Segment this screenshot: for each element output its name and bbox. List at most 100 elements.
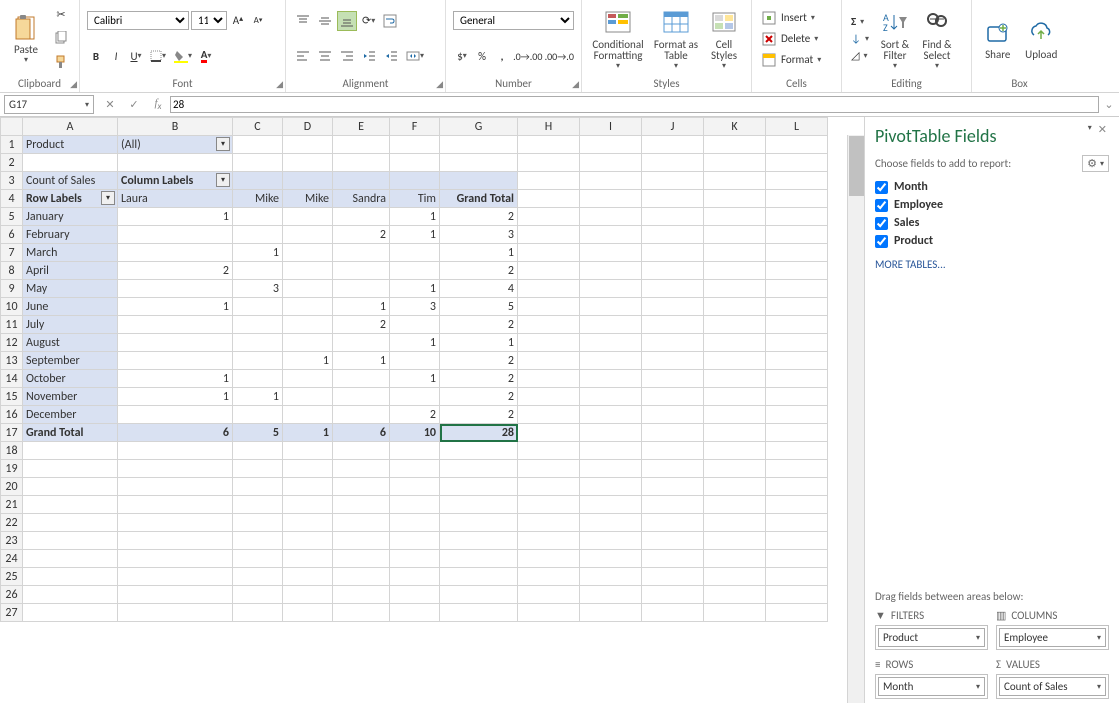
cell-K19[interactable]: [704, 460, 766, 478]
cell-J14[interactable]: [642, 370, 704, 388]
cell-I8[interactable]: [580, 262, 642, 280]
cell-J4[interactable]: [642, 190, 704, 208]
cell-E23[interactable]: [333, 532, 390, 550]
cell-C12[interactable]: [233, 334, 283, 352]
cell-G16[interactable]: 2: [440, 406, 518, 424]
cancel-formula-button[interactable]: ✕: [98, 98, 122, 111]
autosum-button[interactable]: Σ▾: [849, 14, 871, 29]
cell-C26[interactable]: [233, 586, 283, 604]
cell-B18[interactable]: [118, 442, 233, 460]
cell-K16[interactable]: [704, 406, 766, 424]
cell-I22[interactable]: [580, 514, 642, 532]
cell-D5[interactable]: [283, 208, 333, 226]
number-format-select[interactable]: General: [453, 11, 574, 30]
field-month[interactable]: Month: [875, 178, 1109, 196]
cell-I18[interactable]: [580, 442, 642, 460]
cell-L15[interactable]: [766, 388, 828, 406]
cell-B23[interactable]: [118, 532, 233, 550]
cell-F1[interactable]: [390, 136, 440, 154]
cell-J26[interactable]: [642, 586, 704, 604]
cell-E26[interactable]: [333, 586, 390, 604]
cell-D16[interactable]: [283, 406, 333, 424]
row-labels-dropdown[interactable]: ▾: [101, 191, 115, 205]
cell-D20[interactable]: [283, 478, 333, 496]
cell-K14[interactable]: [704, 370, 766, 388]
values-dropzone[interactable]: Count of Sales▾: [996, 674, 1109, 699]
cell-J6[interactable]: [642, 226, 704, 244]
cell-B3[interactable]: Column Labels▾: [118, 172, 233, 190]
merge-button[interactable]: ▾: [403, 46, 427, 66]
cell-L1[interactable]: [766, 136, 828, 154]
cell-G22[interactable]: [440, 514, 518, 532]
cell-G15[interactable]: 2: [440, 388, 518, 406]
cell-A10[interactable]: June: [23, 298, 118, 316]
cell-F7[interactable]: [390, 244, 440, 262]
rows-dropzone[interactable]: Month▾: [875, 674, 988, 699]
cell-G27[interactable]: [440, 604, 518, 622]
align-middle-button[interactable]: [315, 11, 335, 31]
cell-I19[interactable]: [580, 460, 642, 478]
cell-C13[interactable]: [233, 352, 283, 370]
col-header-C[interactable]: C: [233, 118, 283, 136]
cell-H10[interactable]: [518, 298, 580, 316]
cell-A26[interactable]: [23, 586, 118, 604]
cell-A6[interactable]: February: [23, 226, 118, 244]
cell-A25[interactable]: [23, 568, 118, 586]
cell-J5[interactable]: [642, 208, 704, 226]
cell-A22[interactable]: [23, 514, 118, 532]
cell-H26[interactable]: [518, 586, 580, 604]
cell-J22[interactable]: [642, 514, 704, 532]
cell-B9[interactable]: [118, 280, 233, 298]
cell-I2[interactable]: [580, 154, 642, 172]
format-painter-button[interactable]: [51, 52, 71, 72]
cell-K1[interactable]: [704, 136, 766, 154]
field-checkbox-month[interactable]: [875, 181, 888, 194]
cell-E8[interactable]: [333, 262, 390, 280]
cell-G21[interactable]: [440, 496, 518, 514]
row-header-23[interactable]: 23: [1, 532, 23, 550]
rows-pill[interactable]: Month▾: [878, 677, 985, 696]
cell-L7[interactable]: [766, 244, 828, 262]
cell-K17[interactable]: [704, 424, 766, 442]
cell-K11[interactable]: [704, 316, 766, 334]
more-tables-link[interactable]: MORE TABLES...: [875, 258, 1109, 271]
cell-L13[interactable]: [766, 352, 828, 370]
cell-E4[interactable]: Sandra: [333, 190, 390, 208]
cell-J27[interactable]: [642, 604, 704, 622]
cell-H6[interactable]: [518, 226, 580, 244]
cell-L12[interactable]: [766, 334, 828, 352]
share-button[interactable]: Share: [976, 2, 1020, 75]
increase-font-button[interactable]: A▴: [229, 11, 247, 31]
cell-D27[interactable]: [283, 604, 333, 622]
row-header-25[interactable]: 25: [1, 568, 23, 586]
cell-B24[interactable]: [118, 550, 233, 568]
cell-L19[interactable]: [766, 460, 828, 478]
align-right-button[interactable]: [337, 46, 357, 66]
cell-C4[interactable]: Mike: [233, 190, 283, 208]
col-header-D[interactable]: D: [283, 118, 333, 136]
cell-B4[interactable]: Laura: [118, 190, 233, 208]
cell-A19[interactable]: [23, 460, 118, 478]
cell-H22[interactable]: [518, 514, 580, 532]
cell-I23[interactable]: [580, 532, 642, 550]
field-checkbox-sales[interactable]: [875, 217, 888, 230]
field-employee[interactable]: Employee: [875, 196, 1109, 214]
cell-B14[interactable]: 1: [118, 370, 233, 388]
cell-D13[interactable]: 1: [283, 352, 333, 370]
cell-C16[interactable]: [233, 406, 283, 424]
cell-L2[interactable]: [766, 154, 828, 172]
paste-button[interactable]: Paste ▾: [4, 2, 48, 75]
cell-H11[interactable]: [518, 316, 580, 334]
cell-C22[interactable]: [233, 514, 283, 532]
cell-B7[interactable]: [118, 244, 233, 262]
cell-E14[interactable]: [333, 370, 390, 388]
align-left-button[interactable]: [293, 46, 313, 66]
cell-E10[interactable]: 1: [333, 298, 390, 316]
cell-K5[interactable]: [704, 208, 766, 226]
cell-I11[interactable]: [580, 316, 642, 334]
cell-D25[interactable]: [283, 568, 333, 586]
fill-color-button[interactable]: ▾: [171, 46, 195, 66]
decrease-decimal-button[interactable]: .00→.0: [545, 46, 575, 66]
upload-button[interactable]: Upload: [1020, 2, 1064, 75]
cell-E9[interactable]: [333, 280, 390, 298]
